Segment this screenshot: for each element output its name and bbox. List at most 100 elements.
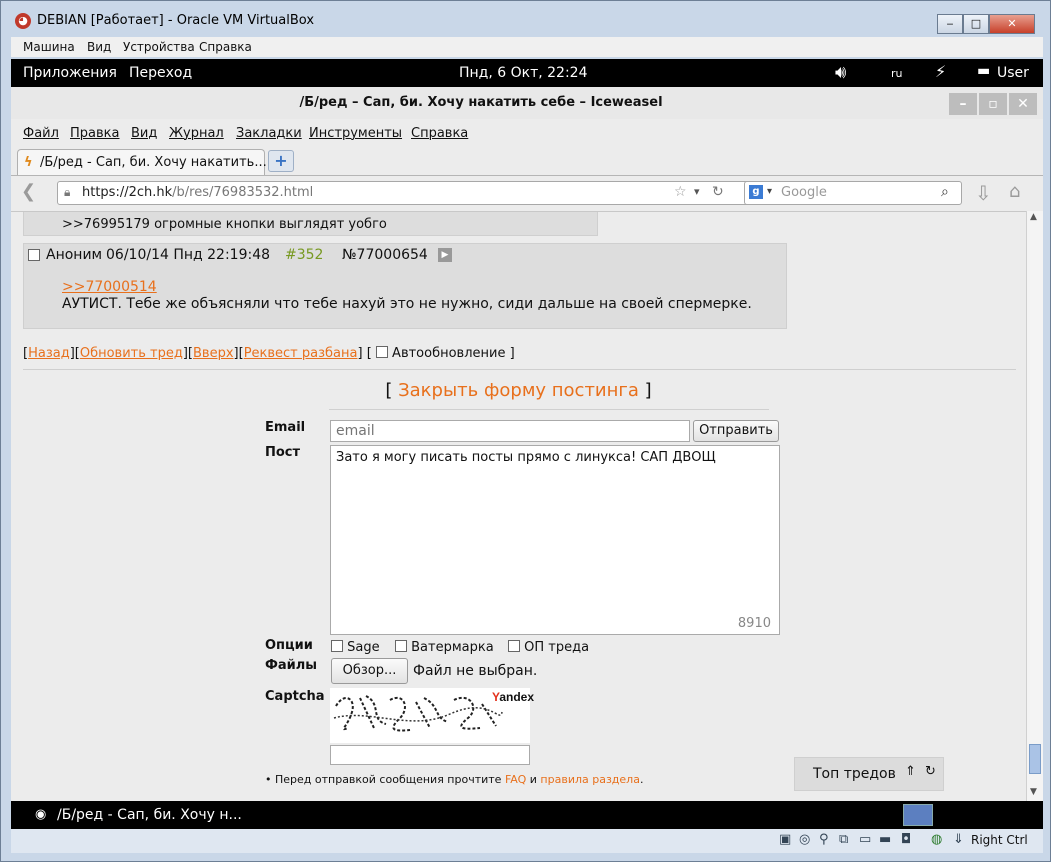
close-button[interactable]: ✕: [989, 14, 1035, 34]
vbox-menu-machine[interactable]: Машина: [23, 40, 75, 54]
browse-button[interactable]: Обзор...: [331, 658, 408, 684]
browser-close-button[interactable]: ✕: [1009, 93, 1037, 115]
vbox-menu-view[interactable]: Вид: [87, 40, 111, 54]
browser-minimize-button[interactable]: –: [949, 93, 977, 115]
gnome-clock[interactable]: Пнд, 6 Окт, 22:24: [459, 65, 588, 81]
menu-view[interactable]: Вид: [131, 126, 157, 141]
taskbar-browser-icon: ◉: [35, 807, 47, 822]
video-capture-icon[interactable]: ◘: [901, 832, 911, 847]
close-form-link[interactable]: Закрыть форму постинга: [398, 380, 639, 401]
thread-nav: [Назад][Обновить тред][Вверх][Реквест ра…: [23, 346, 515, 361]
post-352: Аноним 06/10/14 Пнд 22:19:48 #352 №77000…: [23, 243, 787, 329]
gnome-places-menu[interactable]: Переход: [129, 65, 192, 81]
chat-icon: ▬: [977, 63, 991, 79]
page-scrollbar[interactable]: ▲ ▼: [1026, 211, 1043, 801]
option-sage[interactable]: Sage: [331, 640, 380, 655]
captcha-input[interactable]: [330, 745, 530, 765]
option-sage-label: Sage: [347, 640, 380, 655]
network-icon[interactable]: ⚡: [935, 62, 946, 81]
shared-folder-icon[interactable]: ▭: [859, 832, 871, 847]
keyboard-layout[interactable]: ru: [891, 67, 903, 80]
post-id[interactable]: №77000654: [342, 247, 428, 263]
submit-button[interactable]: Отправить: [693, 420, 779, 442]
mouse-integration-icon[interactable]: ◍: [931, 832, 942, 847]
menu-bookmarks[interactable]: Закладки: [236, 126, 302, 141]
downloads-icon[interactable]: ⇩: [975, 181, 992, 205]
reply-link[interactable]: >>77000514: [62, 279, 157, 295]
refresh-icon[interactable]: ↻: [925, 764, 936, 779]
browser-titlebar: /Б/ред – Сап, би. Хочу накатить себе – I…: [11, 87, 1043, 119]
option-watermark[interactable]: Ватермарка: [395, 640, 494, 655]
url-bar[interactable]: 🔒︎ https://2ch.hk/b/res/76983532.html ☆ …: [57, 181, 761, 205]
vbox-statusbar: ▣ ◎ ⚲ ⧉ ▭ ▬ ◘ ◍ ⇓ Right Ctrl: [11, 829, 1043, 853]
search-input[interactable]: Google: [781, 185, 827, 200]
display-icon[interactable]: ▬: [879, 832, 891, 847]
vbox-menu-devices[interactable]: Устройства: [123, 40, 195, 54]
user-menu[interactable]: User: [997, 65, 1029, 81]
bookmark-star-icon[interactable]: ☆: [674, 184, 687, 200]
nav-refresh-link[interactable]: Обновить тред: [80, 346, 183, 361]
engine-chevron-icon[interactable]: ▾: [767, 186, 772, 197]
top-threads-widget[interactable]: Топ тредов ⇑ ↻: [794, 757, 944, 791]
post-date: 06/10/14 Пнд 22:19:48: [106, 247, 271, 263]
captcha-label: Captcha: [265, 689, 325, 704]
page-content: >>76995179 огромные кнопки выглядят уобг…: [11, 211, 1026, 802]
url-text[interactable]: https://2ch.hk/b/res/76983532.html: [82, 185, 313, 200]
post-number[interactable]: #352: [285, 247, 323, 263]
hdd-icon[interactable]: ▣: [779, 832, 791, 847]
post-select-checkbox[interactable]: [28, 249, 40, 264]
browser-menubar: Файл Правка Вид Журнал Закладки Инструме…: [11, 121, 1043, 145]
nav-up-link[interactable]: Вверх: [193, 346, 234, 361]
reload-icon[interactable]: ↻: [712, 184, 724, 200]
menu-file[interactable]: Файл: [23, 126, 59, 141]
scroll-up-icon[interactable]: ▲: [1030, 212, 1037, 222]
maximize-button[interactable]: □: [963, 14, 989, 34]
faq-link[interactable]: FAQ: [505, 773, 526, 786]
browser-maximize-button[interactable]: ▫: [979, 93, 1007, 115]
google-engine-icon[interactable]: g: [749, 185, 763, 199]
cd-icon[interactable]: ◎: [799, 832, 810, 847]
volume-icon[interactable]: 🔊︎: [835, 62, 846, 83]
network-adapter-icon[interactable]: ⧉: [839, 832, 848, 847]
menu-edit[interactable]: Правка: [70, 126, 119, 141]
workspace-switcher[interactable]: [903, 804, 933, 826]
search-icon[interactable]: ⌕: [941, 184, 949, 200]
autoupdate-checkbox[interactable]: [375, 346, 388, 358]
nav-back-link[interactable]: Назад: [28, 346, 70, 361]
captcha-brand: Yandex: [492, 690, 534, 704]
back-arrow-icon[interactable]: ❮: [21, 183, 45, 203]
usb-icon[interactable]: ⚲: [819, 832, 829, 847]
file-status: Файл не выбран.: [413, 663, 538, 679]
post-textarea-text: Зато я могу писать посты прямо с линукса…: [336, 450, 716, 465]
scroll-thumb[interactable]: [1029, 744, 1041, 774]
menu-help[interactable]: Справка: [411, 126, 468, 141]
option-op[interactable]: ОП треда: [508, 640, 589, 655]
char-counter: 8910: [737, 616, 771, 631]
new-tab-button[interactable]: +: [268, 150, 294, 172]
scroll-down-icon[interactable]: ▼: [1030, 787, 1037, 797]
nav-request-link[interactable]: Реквест разбана: [244, 346, 358, 361]
minimize-button[interactable]: ‒: [937, 14, 963, 34]
menu-tools[interactable]: Инструменты: [309, 126, 402, 141]
notice-and: и: [529, 773, 537, 786]
previous-post: >>76995179 огромные кнопки выглядят уобг…: [23, 212, 598, 236]
collapse-up-icon[interactable]: ⇑: [905, 764, 916, 779]
gnome-applications-menu[interactable]: Приложения: [23, 65, 117, 81]
lock-icon: 🔒︎: [64, 185, 71, 199]
tab-bar: ϟ /Б/ред - Сап, би. Хочу накатить... +: [11, 147, 1043, 176]
search-bar[interactable]: g ▾ Google ⌕: [744, 181, 962, 205]
virtualbox-logo-icon: ◕: [15, 13, 31, 29]
post-textarea[interactable]: Зато я могу писать посты прямо с линукса…: [330, 445, 780, 635]
captcha-image: Yandex: [330, 688, 534, 743]
dropdown-chevron-icon[interactable]: ▾: [694, 185, 700, 198]
vbox-menu-help[interactable]: Справка: [199, 40, 252, 54]
home-icon[interactable]: ⌂: [1009, 181, 1020, 202]
url-host: https://2ch.hk: [82, 185, 173, 200]
captcha-brand-rest: andex: [499, 690, 535, 704]
taskbar-window-button[interactable]: /Б/ред - Сап, би. Хочу н...: [57, 807, 242, 823]
email-field[interactable]: [330, 420, 690, 442]
expand-arrow-icon[interactable]: ▶: [438, 248, 452, 262]
rules-link[interactable]: правила раздела: [540, 773, 640, 786]
tab-active[interactable]: ϟ /Б/ред - Сап, би. Хочу накатить...: [17, 149, 267, 175]
menu-history[interactable]: Журнал: [169, 126, 224, 141]
